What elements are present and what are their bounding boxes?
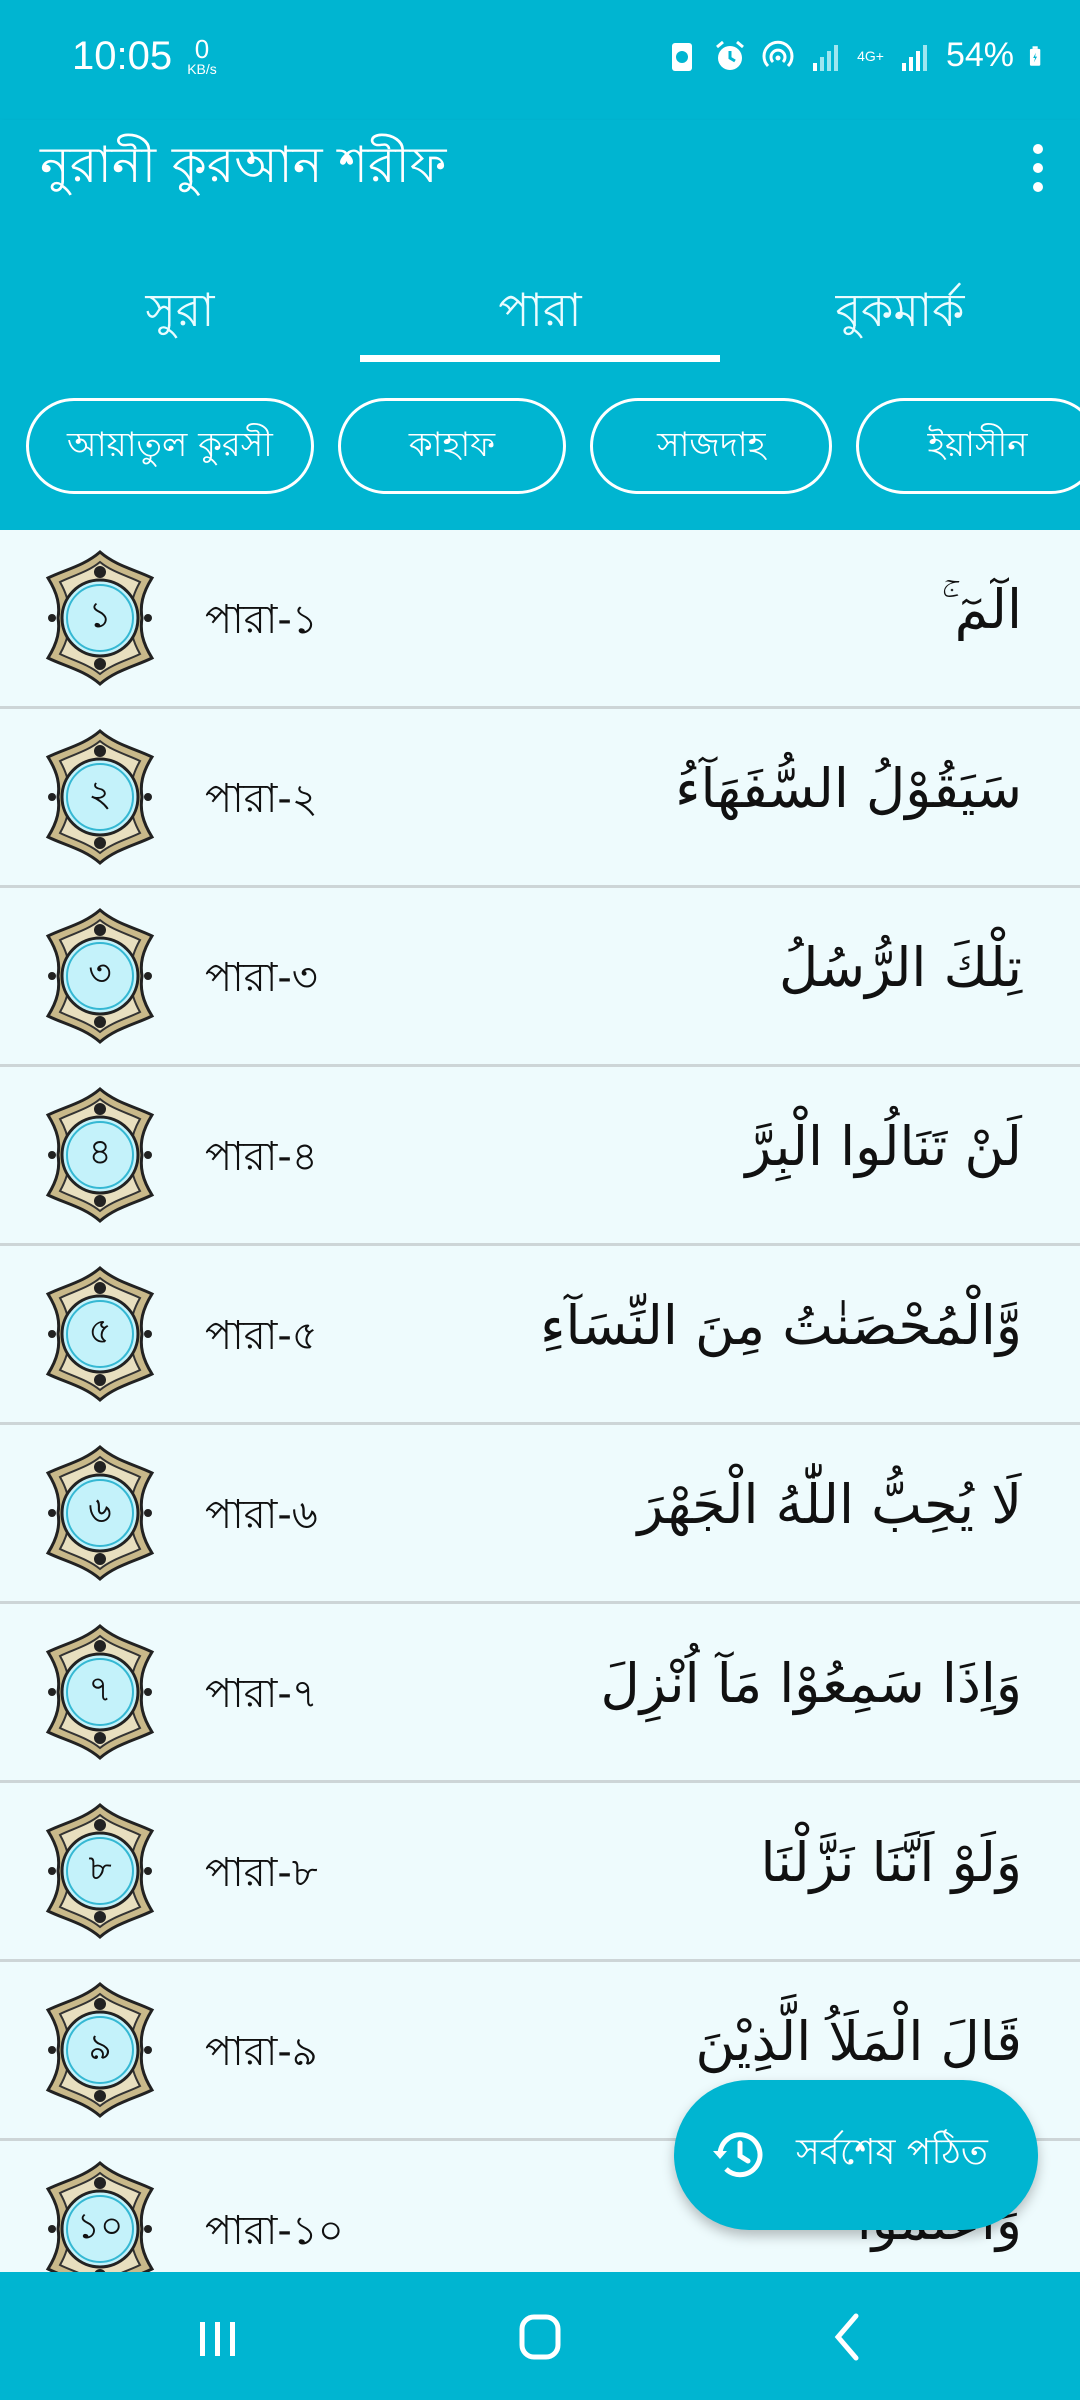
para-arabic-title: وَاِذَا سَمِعُوْا مَآ اُنْزِلَ — [600, 1652, 1022, 1715]
chip-yasin[interactable]: ইয়াসীন — [856, 398, 1080, 494]
status-time: 10:05 — [72, 34, 173, 78]
para-arabic-title: لَنْ تَنَالُوا الْبِرَّ — [745, 1115, 1022, 1178]
status-icons: 4G+ 54% — [665, 36, 1050, 75]
para-label: পারা-৩ — [205, 955, 318, 1001]
para-label: পারা-১০ — [205, 2208, 344, 2254]
chip-ayatul-kursi[interactable]: আয়াতুল কুরসী — [26, 398, 314, 494]
para-label: পারা-৮ — [205, 1850, 318, 1896]
para-arabic-title: تِلْكَ الرُّسُلُ — [779, 936, 1022, 999]
para-number-badge: ১০ — [38, 2159, 162, 2272]
system-nav-bar — [0, 2272, 1080, 2400]
hotspot-icon — [762, 40, 794, 67]
battery-saver-icon — [672, 42, 693, 71]
para-number: ৯ — [88, 2027, 112, 2068]
para-label: পারা-২ — [205, 776, 318, 822]
para-number-badge: ২ — [38, 727, 162, 867]
para-label: পারা-৭ — [205, 1671, 318, 1717]
para-number-badge: ৫ — [38, 1264, 162, 1404]
para-row[interactable]: ৪ পারা-৪ لَنْ تَنَالُوا الْبِرَّ — [0, 1067, 1080, 1246]
para-label: পারা-৬ — [205, 1492, 318, 1538]
para-row[interactable]: ৩ পারা-৩ تِلْكَ الرُّسُلُ — [0, 888, 1080, 1067]
para-label: পারা-৫ — [205, 1313, 318, 1359]
home-icon[interactable] — [500, 2302, 580, 2372]
signal-weak-icon — [813, 44, 839, 71]
para-number: ৪ — [88, 1132, 112, 1173]
status-bar: 10:05 0 KB/s 4G+ 54% — [0, 0, 1080, 120]
para-number-badge: ৪ — [38, 1085, 162, 1225]
network-type: 4G+ — [857, 47, 884, 64]
tab-sura[interactable]: সুরা — [0, 260, 360, 360]
para-number: ৬ — [88, 1490, 112, 1531]
para-number: ৮ — [88, 1848, 112, 1889]
app-title: নুরানী কুরআন শরীফ — [40, 136, 447, 194]
signal-icon — [901, 44, 927, 71]
network-speed-unit: KB/s — [187, 61, 217, 77]
para-row[interactable]: ৫ পারা-৫ وَّالْمُحْصَنٰتُ مِنَ النِّسَآء… — [0, 1246, 1080, 1425]
back-icon[interactable] — [808, 2302, 888, 2372]
para-number: ২ — [88, 774, 112, 815]
para-arabic-title: لَا يُحِبُّ اللّٰهُ الْجَهْرَ — [637, 1473, 1023, 1536]
chip-sajdah[interactable]: সাজদাহ — [590, 398, 833, 494]
para-row[interactable]: ৬ পারা-৬ لَا يُحِبُّ اللّٰهُ الْجَهْرَ — [0, 1425, 1080, 1604]
para-number: ৫ — [88, 1311, 112, 1352]
para-number: ৭ — [88, 1669, 112, 1710]
para-label: পারা-৪ — [205, 1134, 318, 1180]
alarm-icon — [716, 40, 745, 70]
para-row[interactable]: ৮ পারা-৮ وَلَوْ اَنَّنَا نَزَّلْنَا — [0, 1783, 1080, 1962]
para-number-badge: ৮ — [38, 1801, 162, 1941]
para-row[interactable]: ৭ পারা-৭ وَاِذَا سَمِعُوْا مَآ اُنْزِلَ — [0, 1604, 1080, 1783]
para-arabic-title: الٓمٓ ۚ — [941, 578, 1022, 641]
para-number-badge: ৬ — [38, 1443, 162, 1583]
para-number-badge: ১ — [38, 548, 162, 688]
last-read-label: সর্বশেষ পঠিত — [796, 2132, 988, 2173]
history-icon — [713, 2132, 763, 2178]
para-arabic-title: وَّالْمُحْصَنٰتُ مِنَ النِّسَآءِ — [540, 1294, 1022, 1357]
para-arabic-title: قَالَ الْمَلَاُ الَّذِيْنَ — [695, 2010, 1022, 2073]
network-speed-value: 0 — [194, 34, 210, 64]
recents-icon[interactable] — [178, 2302, 258, 2372]
para-number-badge: ৯ — [38, 1980, 162, 2120]
para-list: ১ পারা-১ الٓمٓ ۚ ২ পারা-২ سَيَقُوْلُ الس… — [0, 530, 1080, 2272]
para-arabic-title: سَيَقُوْلُ السُّفَهَآءُ — [675, 757, 1022, 820]
tab-bar: সুরা পারা বুকমার্ক — [0, 260, 1080, 362]
tab-para[interactable]: পারা — [360, 260, 720, 362]
para-row[interactable]: ১ পারা-১ الٓمٓ ۚ — [0, 530, 1080, 709]
para-number: ১০ — [76, 2206, 124, 2247]
tab-bookmark[interactable]: বুকমার্ক — [720, 260, 1080, 360]
para-number-badge: ৩ — [38, 906, 162, 1046]
battery-percent: 54% — [945, 36, 1014, 74]
para-number: ৩ — [88, 953, 112, 994]
quick-chips: আয়াতুল কুরসী কাহাফ সাজদাহ ইয়াসীন — [26, 398, 1080, 494]
app-bar: নুরানী কুরআন শরীফ সুরা পারা বুকমার্ক আয়… — [0, 120, 1080, 530]
para-number-badge: ৭ — [38, 1622, 162, 1762]
para-label: পারা-১ — [205, 597, 318, 643]
para-number: ১ — [88, 595, 112, 636]
network-speed: 0 KB/s — [180, 36, 224, 76]
para-label: পারা-৯ — [205, 2029, 318, 2075]
para-row[interactable]: ২ পারা-২ سَيَقُوْلُ السُّفَهَآءُ — [0, 709, 1080, 888]
battery-charging-icon — [1029, 45, 1041, 66]
last-read-button[interactable]: সর্বশেষ পঠিত — [674, 2080, 1038, 2230]
more-vert-icon[interactable] — [1016, 136, 1060, 200]
chip-kahaf[interactable]: কাহাফ — [337, 398, 567, 494]
para-arabic-title: وَلَوْ اَنَّنَا نَزَّلْنَا — [760, 1831, 1022, 1894]
